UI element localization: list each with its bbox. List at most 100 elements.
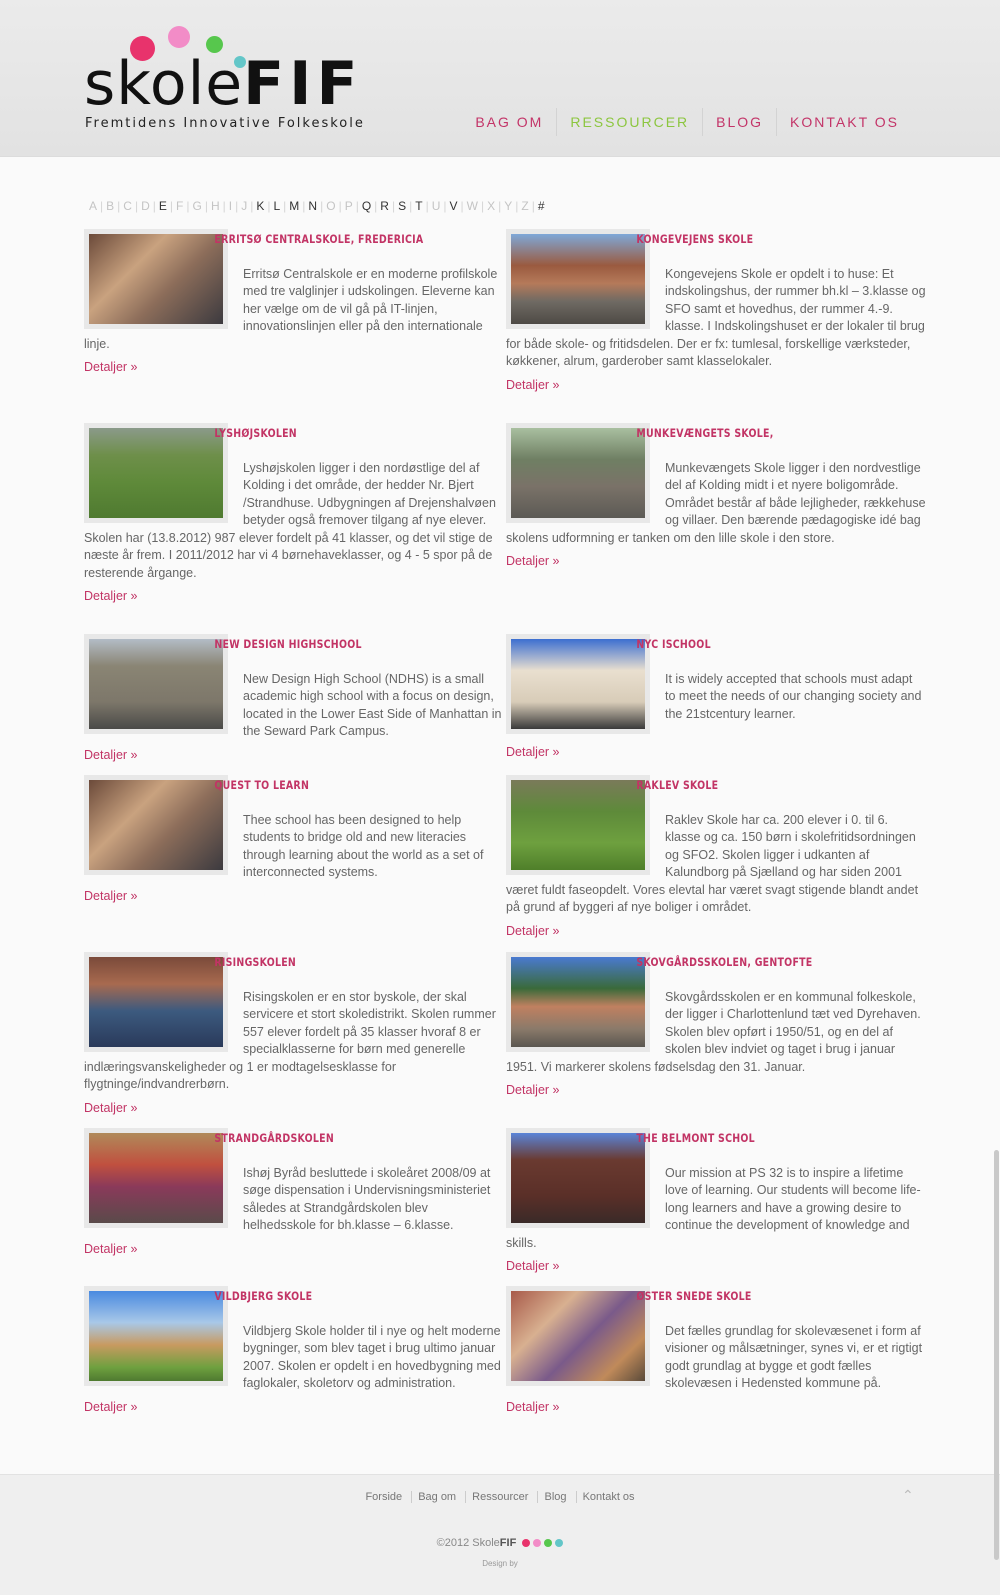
details-link[interactable]: Detaljer » bbox=[506, 371, 926, 395]
alphabet-separator: | bbox=[222, 199, 226, 213]
alphabet-letter-a: A bbox=[89, 199, 98, 213]
alphabet-letter-w: W bbox=[466, 199, 478, 213]
scrollbar-thumb[interactable] bbox=[994, 1150, 999, 1560]
details-link[interactable]: Detaljer » bbox=[506, 1252, 926, 1276]
alphabet-separator: | bbox=[531, 199, 535, 213]
school-title[interactable]: Vildbjerg Skole bbox=[84, 1286, 428, 1306]
alphabet-separator: | bbox=[134, 199, 139, 213]
footer-link-bag-om[interactable]: Bag om bbox=[411, 1491, 463, 1503]
alphabet-letter-g: G bbox=[192, 199, 202, 213]
school-entry: The Belmont Schol Our mission at PS 32 is… bbox=[506, 1128, 926, 1276]
alphabet-separator: | bbox=[204, 199, 208, 213]
site-footer: Forside Bag om Ressourcer Blog Kontakt o… bbox=[0, 1474, 1000, 1595]
alphabet-letter-d: D bbox=[141, 199, 150, 213]
alphabet-letter-hash[interactable]: # bbox=[538, 199, 545, 213]
alphabet-letter-m[interactable]: M bbox=[289, 199, 299, 213]
alphabet-letter-s[interactable]: S bbox=[398, 199, 406, 213]
alphabet-separator: | bbox=[338, 199, 342, 213]
details-link[interactable]: Detaljer » bbox=[506, 917, 926, 941]
logo-name-light: skole bbox=[84, 49, 244, 119]
school-entry: Strandgårdskolen Ishøj Byråd besluttede i… bbox=[84, 1128, 504, 1258]
copyright: ©2012 SkoleFIF bbox=[0, 1537, 1000, 1549]
school-title[interactable]: Øster Snede Skole bbox=[506, 1286, 850, 1306]
nav-ressourcer[interactable]: RESSOURCER bbox=[556, 108, 702, 136]
alphabet-letter-r[interactable]: R bbox=[380, 199, 389, 213]
school-title[interactable]: NYC ISchool bbox=[506, 634, 850, 654]
alphabet-letter-e[interactable]: E bbox=[159, 199, 167, 213]
school-title[interactable]: Raklev Skole bbox=[506, 775, 850, 795]
details-link[interactable]: Detaljer » bbox=[84, 1094, 504, 1118]
school-title[interactable]: Quest to Learn bbox=[84, 775, 428, 795]
footer-link-kontakt-os[interactable]: Kontakt os bbox=[575, 1491, 641, 1503]
alphabet-separator: | bbox=[480, 199, 485, 213]
details-link[interactable]: Detaljer » bbox=[506, 1076, 926, 1100]
alphabet-letter-t[interactable]: T bbox=[415, 199, 422, 213]
alphabet-separator: | bbox=[250, 199, 254, 213]
school-title[interactable]: Munkevængets Skole, bbox=[506, 423, 850, 443]
copyright-brand: FIF bbox=[499, 1537, 517, 1549]
details-link[interactable]: Detaljer » bbox=[84, 1235, 504, 1259]
alphabet-letter-p: P bbox=[344, 199, 353, 213]
school-entry: Risingskolen Risingskolen er en stor bysk… bbox=[84, 952, 504, 1117]
alphabet-letter-f: F bbox=[176, 199, 184, 213]
nav-kontakt-os[interactable]: KONTAKT OS bbox=[776, 108, 912, 136]
alphabet-separator: | bbox=[425, 199, 429, 213]
footer-link-ressourcer[interactable]: Ressourcer bbox=[465, 1491, 535, 1503]
nav-blog[interactable]: BLOG bbox=[702, 108, 776, 136]
details-link[interactable]: Detaljer » bbox=[84, 1393, 504, 1417]
details-link[interactable]: Detaljer » bbox=[84, 582, 504, 606]
alphabet-separator: | bbox=[186, 199, 190, 213]
alphabet-letter-v[interactable]: V bbox=[450, 199, 458, 213]
alphabet-separator: | bbox=[391, 199, 396, 213]
alphabet-separator: | bbox=[152, 199, 156, 213]
alphabet-separator: | bbox=[515, 199, 519, 213]
school-entry: Kongevejens Skole Kongevejens Skole er op… bbox=[506, 229, 926, 394]
alphabet-separator: | bbox=[117, 199, 121, 213]
details-link[interactable]: Detaljer » bbox=[506, 1393, 926, 1417]
details-link[interactable]: Detaljer » bbox=[506, 547, 926, 571]
alphabet-separator: | bbox=[355, 199, 359, 213]
details-link[interactable]: Detaljer » bbox=[84, 882, 504, 906]
alphabet-letter-o: O bbox=[326, 199, 336, 213]
back-to-top-icon[interactable]: ⌃ bbox=[902, 1487, 914, 1504]
school-title[interactable]: The Belmont Schol bbox=[506, 1128, 850, 1148]
details-link[interactable]: Detaljer » bbox=[84, 353, 504, 377]
school-entry: Øster Snede Skole Det fælles grundlag for… bbox=[506, 1286, 926, 1416]
alphabet-letter-i: I bbox=[228, 199, 233, 213]
school-entry: Erritsø Centralskole, Fredericia Erritsø … bbox=[84, 229, 504, 377]
footer-link-blog[interactable]: Blog bbox=[537, 1491, 573, 1503]
school-entry: Lyshøjskolen Lyshøjskolen ligger i den no… bbox=[84, 423, 504, 606]
footer-link-forside[interactable]: Forside bbox=[359, 1491, 408, 1503]
alphabet-letter-k[interactable]: K bbox=[256, 199, 264, 213]
school-title[interactable]: New Design Highschool bbox=[84, 634, 428, 654]
logo-name-bold: FIF bbox=[243, 49, 363, 119]
details-link[interactable]: Detaljer » bbox=[84, 741, 504, 765]
school-title[interactable]: Strandgårdskolen bbox=[84, 1128, 428, 1148]
alphabet-letter-u: U bbox=[431, 199, 441, 213]
school-title[interactable]: Lyshøjskolen bbox=[84, 423, 428, 443]
alphabet-letter-y: Y bbox=[504, 199, 513, 213]
school-title[interactable]: Erritsø Centralskole, Fredericia bbox=[84, 229, 428, 249]
footer-nav: Forside Bag om Ressourcer Blog Kontakt o… bbox=[0, 1491, 1000, 1503]
school-entry: Vildbjerg Skole Vildbjerg Skole holder ti… bbox=[84, 1286, 504, 1416]
nav-bag-om[interactable]: BAG OM bbox=[462, 108, 556, 136]
school-title[interactable]: Kongevejens Skole bbox=[506, 229, 850, 249]
alphabet-separator: | bbox=[267, 199, 271, 213]
alphabet-filter: A | B | C | D | E | F | G | H | I | J | K | L | M | N | O | P | Q | R | S | T |… bbox=[88, 199, 546, 213]
school-entry: Munkevængets Skole, Munkevængets Skole li… bbox=[506, 423, 926, 571]
school-title[interactable]: Skovgårdsskolen, Gentofte bbox=[506, 952, 850, 972]
alphabet-letter-q[interactable]: Q bbox=[362, 199, 371, 213]
alphabet-separator: | bbox=[498, 199, 502, 213]
school-entry: New Design Highschool New Design High Sch… bbox=[84, 634, 504, 764]
site-logo[interactable]: skoleFIF Fremtidens Innovative Folkeskol… bbox=[84, 22, 374, 134]
alphabet-separator: | bbox=[235, 199, 239, 213]
main-nav: BAG OM RESSOURCER BLOG KONTAKT OS bbox=[462, 108, 912, 136]
logo-tagline: Fremtidens Innovative Folkeskole bbox=[85, 116, 365, 131]
alphabet-letter-l[interactable]: L bbox=[273, 199, 280, 213]
alphabet-letter-n[interactable]: N bbox=[308, 199, 317, 213]
school-title[interactable]: Risingskolen bbox=[84, 952, 428, 972]
details-link[interactable]: Detaljer » bbox=[506, 738, 926, 762]
alphabet-separator: | bbox=[374, 199, 378, 213]
site-header: skoleFIF Fremtidens Innovative Folkeskol… bbox=[0, 0, 1000, 157]
school-entry: Skovgårdsskolen, Gentofte Skovgårdsskolen… bbox=[506, 952, 926, 1100]
